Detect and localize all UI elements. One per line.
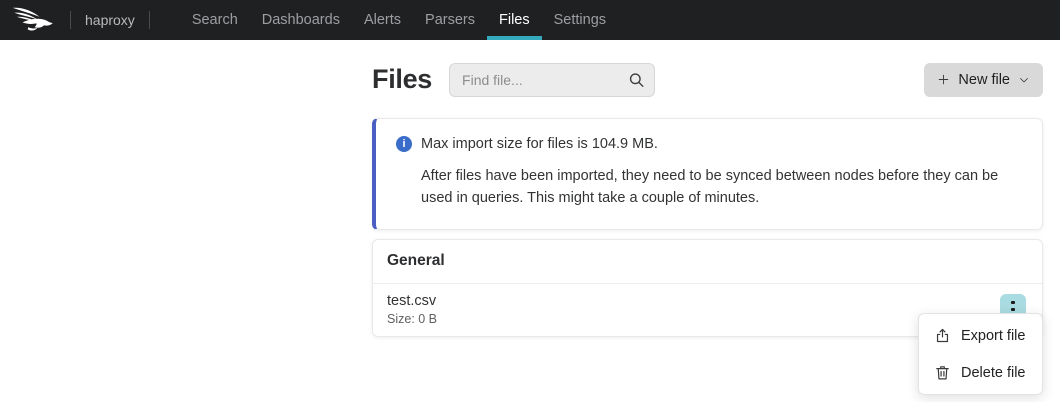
search-icon[interactable] [627, 70, 646, 89]
search-input[interactable] [449, 63, 655, 97]
file-meta: test.csv Size: 0 B [387, 293, 437, 326]
info-line-text: Max import size for files is 104.9 MB. [421, 136, 658, 152]
file-context-menu: Export file Delete file [918, 313, 1043, 395]
plus-icon [937, 73, 950, 86]
nav-item-files[interactable]: Files [487, 0, 542, 40]
trash-icon [934, 364, 951, 381]
top-navbar: haproxy Search Dashboards Alerts Parsers… [0, 0, 1060, 40]
repo-name[interactable]: haproxy [85, 12, 135, 28]
nav-divider [149, 11, 150, 29]
page-title: Files [372, 64, 432, 95]
menu-item-label: Delete file [961, 365, 1025, 381]
nav-item-parsers[interactable]: Parsers [413, 0, 487, 40]
nav-items: Search Dashboards Alerts Parsers Files S… [180, 0, 618, 40]
menu-item-export-file[interactable]: Export file [919, 317, 1042, 354]
info-icon: i [396, 136, 412, 152]
kebab-dot [1011, 301, 1015, 305]
nav-item-search[interactable]: Search [180, 0, 250, 40]
file-search [449, 63, 655, 97]
chevron-down-icon [1018, 74, 1030, 86]
info-line: i Max import size for files is 104.9 MB. [396, 136, 1018, 152]
files-page: Files New file [372, 62, 1043, 337]
crowdstrike-falcon-logo[interactable] [10, 4, 56, 36]
nav-divider [70, 11, 71, 29]
nav-item-alerts[interactable]: Alerts [352, 0, 413, 40]
file-name: test.csv [387, 293, 437, 309]
new-file-button[interactable]: New file [924, 63, 1043, 97]
menu-item-delete-file[interactable]: Delete file [919, 354, 1042, 391]
page-header-row: Files New file [372, 62, 1043, 97]
nav-item-settings[interactable]: Settings [542, 0, 618, 40]
file-size: Size: 0 B [387, 312, 437, 326]
kebab-dot [1011, 308, 1015, 312]
export-icon [934, 327, 951, 344]
menu-item-label: Export file [961, 328, 1025, 344]
info-paragraph: After files have been imported, they nee… [421, 165, 1018, 210]
import-info-box: i Max import size for files is 104.9 MB.… [372, 118, 1043, 230]
new-file-button-label: New file [958, 72, 1010, 88]
section-title: General [373, 240, 1042, 284]
nav-item-dashboards[interactable]: Dashboards [250, 0, 352, 40]
